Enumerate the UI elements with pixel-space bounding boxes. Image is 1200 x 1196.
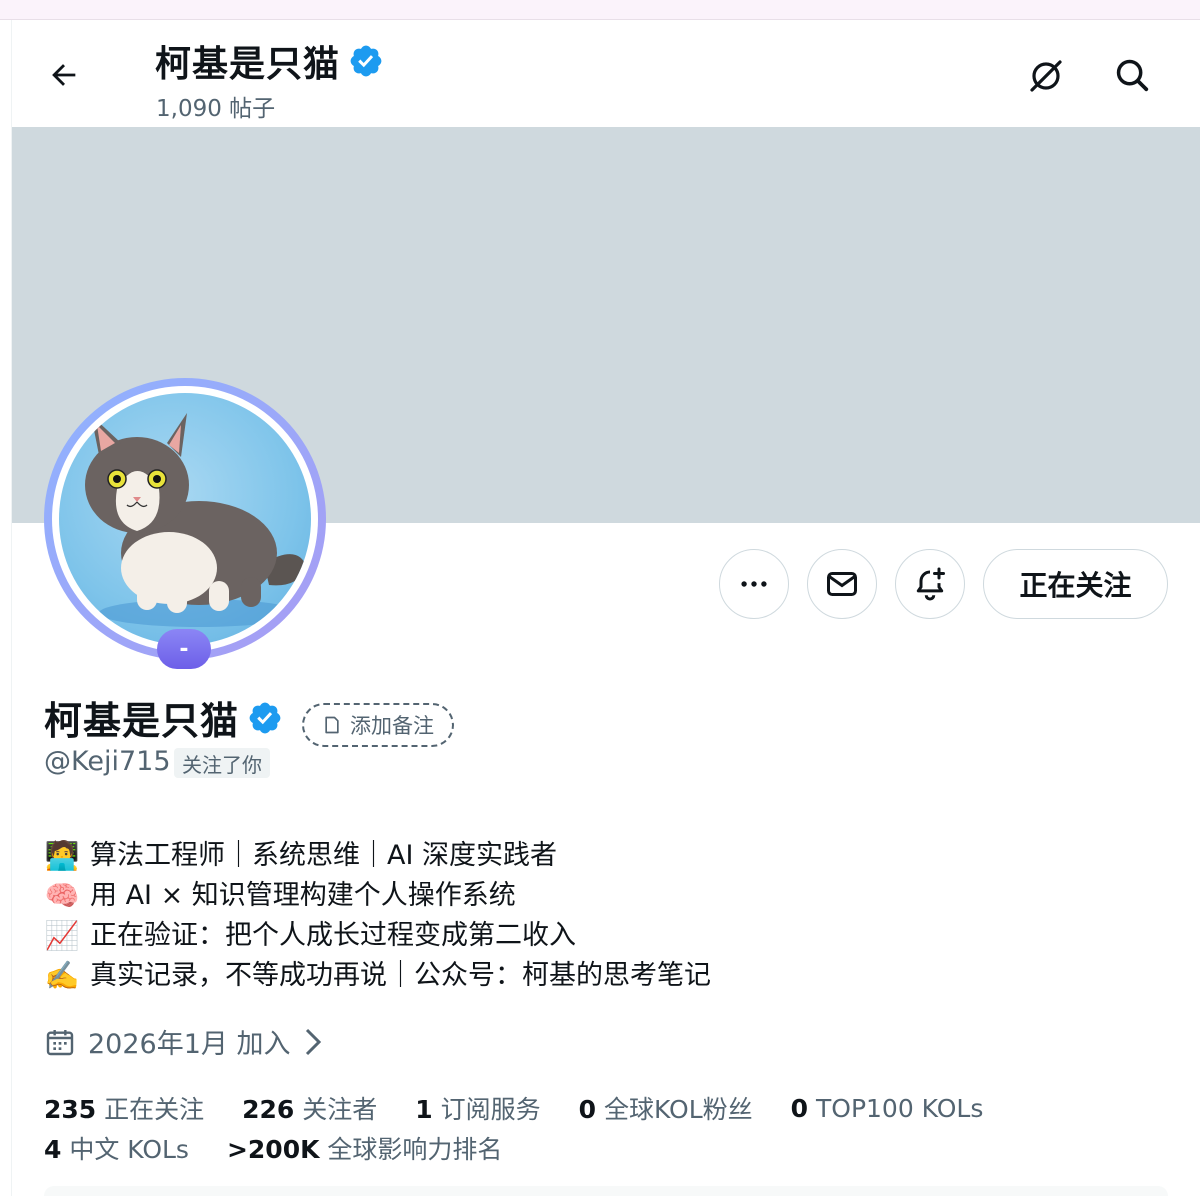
stat-label: 正在关注 (96, 1095, 205, 1124)
bio-line: 🧑‍💻 算法工程师｜系统思维｜AI 深度实践者 (44, 836, 711, 876)
brain-icon: 🧠 (44, 879, 80, 912)
bio-text: 用 AI × 知识管理构建个人操作系统 (90, 880, 516, 911)
stat-value: 0 (578, 1095, 597, 1124)
avatar-image (59, 393, 311, 645)
stats-row: 235 正在关注 226 关注者 1 订阅服务 0 全球KOL粉丝 0 TOP1… (44, 1088, 1021, 1128)
joined-text: 2026年1月 加入 (88, 1029, 291, 1060)
stat-value: 226 (242, 1095, 295, 1124)
bio-text: 正在验证：把个人成长过程变成第二收入 (90, 920, 576, 951)
note-icon (325, 716, 339, 734)
chart-up-icon: 📈 (44, 919, 80, 952)
stat-followers[interactable]: 226 关注者 (242, 1090, 377, 1126)
technologist-icon: 🧑‍💻 (44, 839, 80, 872)
bio: 🧑‍💻 算法工程师｜系统思维｜AI 深度实践者 🧠 用 AI × 知识管理构建个… (44, 836, 711, 996)
back-button[interactable] (42, 53, 86, 97)
verified-badge-icon (350, 45, 382, 77)
user-handle: @Keji715 (44, 746, 171, 777)
profile-header: 柯基是只猫 1,090 帖子 (12, 21, 1200, 127)
profile-stats: 235 正在关注 226 关注者 1 订阅服务 0 全球KOL粉丝 0 TOP1… (44, 1088, 1021, 1168)
header-title: 柯基是只猫 (155, 35, 384, 87)
joined-date[interactable]: 2026年1月 加入 (44, 1022, 324, 1061)
bell-plus-icon (916, 567, 945, 601)
stat-value: >200K (226, 1135, 320, 1164)
avatar-badge[interactable]: - (157, 629, 211, 669)
cat-illustration (85, 413, 307, 627)
grok-button[interactable] (1022, 51, 1070, 99)
stat-value: 4 (44, 1135, 62, 1164)
message-button[interactable] (807, 549, 877, 619)
stats-row: 4 中文 KOLs >200K 全球影响力排名 (44, 1128, 1021, 1168)
add-note-label: 添加备注 (350, 714, 434, 738)
stat-following[interactable]: 235 正在关注 (44, 1090, 204, 1126)
stat-label: 全球KOL粉丝 (596, 1095, 753, 1124)
bio-text: 算法工程师｜系统思维｜AI 深度实践者 (90, 840, 558, 871)
mail-icon (827, 572, 857, 596)
follows-you-badge: 关注了你 (174, 748, 270, 778)
next-card-edge (44, 1186, 1168, 1196)
verified-badge-icon[interactable] (247, 700, 283, 736)
writing-hand-icon: ✍️ (44, 959, 80, 992)
search-icon (1116, 59, 1149, 92)
stat-global-rank[interactable]: >200K 全球影响力排名 (227, 1130, 502, 1166)
more-button[interactable] (719, 549, 789, 619)
stat-subscriptions[interactable]: 1 订阅服务 (415, 1090, 540, 1126)
browser-top-strip (0, 0, 1200, 20)
bio-line: 📈 正在验证：把个人成长过程变成第二收入 (44, 916, 711, 956)
stat-label: 全球影响力排名 (319, 1135, 503, 1164)
stat-kol-followers[interactable]: 0 全球KOL粉丝 (579, 1090, 753, 1126)
stat-value: 0 (790, 1093, 809, 1123)
stat-label: 关注者 (294, 1095, 378, 1124)
arrow-left-icon (52, 64, 76, 86)
grok-icon (1030, 60, 1062, 92)
search-button[interactable] (1108, 51, 1156, 99)
post-count: 1,090 帖子 (156, 96, 276, 122)
stat-chinese-kols[interactable]: 4 中文 KOLs (44, 1130, 189, 1166)
stat-label: 订阅服务 (432, 1095, 541, 1124)
header-name-text: 柯基是只猫 (155, 44, 341, 85)
following-button[interactable]: 正在关注 (983, 549, 1168, 619)
stat-label: 中文 KOLs (61, 1135, 189, 1164)
stat-value: 1 (415, 1095, 433, 1124)
stat-label: TOP100 KOLs (808, 1093, 984, 1123)
profile-name: 柯基是只猫 (44, 690, 283, 745)
bio-line: ✍️ 真实记录，不等成功再说｜公众号：柯基的思考笔记 (44, 956, 711, 996)
avatar[interactable] (44, 378, 326, 660)
notify-button[interactable] (895, 549, 965, 619)
profile-name-text: 柯基是只猫 (44, 699, 240, 743)
bio-line: 🧠 用 AI × 知识管理构建个人操作系统 (44, 876, 711, 916)
bio-text: 真实记录，不等成功再说｜公众号：柯基的思考笔记 (90, 960, 711, 991)
chevron-right-icon (306, 1028, 322, 1055)
calendar-icon (46, 1029, 74, 1055)
stat-top100-kols[interactable]: 0 TOP100 KOLs (791, 1094, 984, 1123)
more-icon (741, 581, 767, 587)
add-note-button[interactable]: 添加备注 (302, 703, 454, 747)
avatar-frame (52, 386, 318, 652)
stat-value: 235 (44, 1095, 97, 1124)
